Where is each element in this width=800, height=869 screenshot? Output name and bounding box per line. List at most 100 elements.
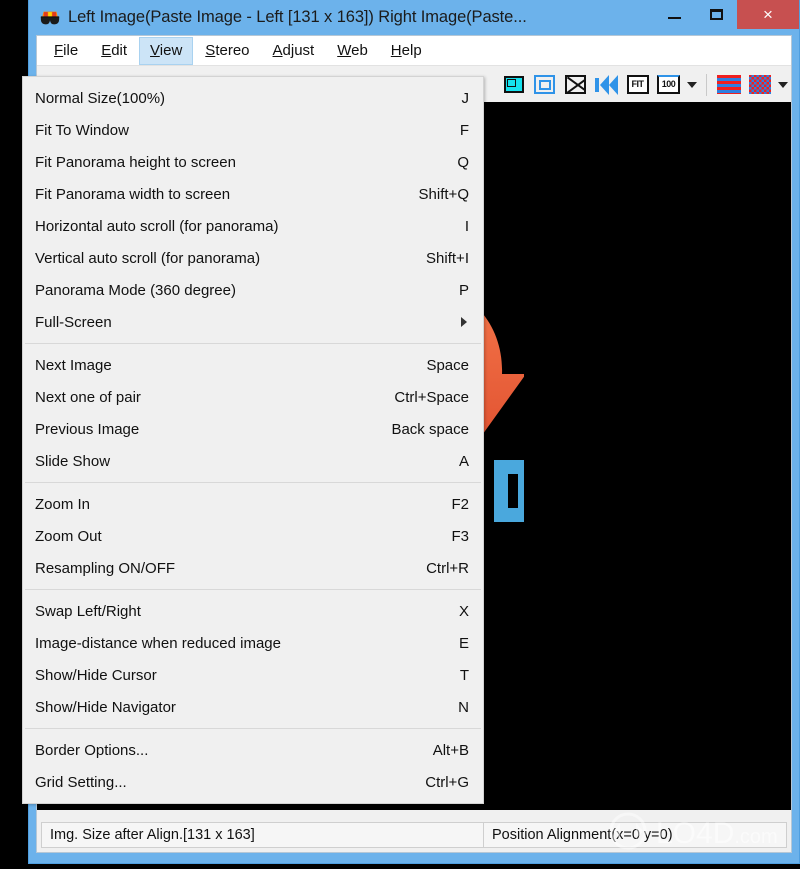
menu-edit[interactable]: Edit	[90, 37, 138, 65]
menu-item-label: Border Options...	[35, 741, 149, 759]
status-image-size: Img. Size after Align.[131 x 163]	[41, 822, 483, 848]
menu-item-swap-left-right[interactable]: Swap Left/Right X	[23, 595, 483, 627]
menu-web[interactable]: Web	[326, 37, 379, 65]
toolbar-view-group: FIT 100	[498, 69, 700, 100]
menu-item-show-hide-navigator[interactable]: Show/Hide Navigator N	[23, 691, 483, 723]
menu-separator	[25, 343, 481, 344]
menu-item-grid-setting[interactable]: Grid Setting... Ctrl+G	[23, 766, 483, 798]
align-left-icon	[594, 74, 619, 95]
menu-item-zoom-out[interactable]: Zoom Out F3	[23, 520, 483, 552]
menu-item-label: Image-distance when reduced image	[35, 634, 281, 652]
menu-item-fit-panorama-width[interactable]: Fit Panorama width to screen Shift+Q	[23, 178, 483, 210]
menu-item-accel: P	[458, 281, 469, 299]
menu-separator	[25, 728, 481, 729]
menu-item-next-image[interactable]: Next Image Space	[23, 349, 483, 381]
menu-item-border-options[interactable]: Border Options... Alt+B	[23, 734, 483, 766]
menu-item-label: Show/Hide Navigator	[35, 698, 176, 716]
close-button[interactable]: ×	[737, 0, 799, 29]
toolbar-separator	[706, 73, 707, 96]
menu-item-accel: Back space	[391, 420, 469, 438]
menu-item-label: Show/Hide Cursor	[35, 666, 157, 684]
menu-item-normal-size[interactable]: Normal Size(100%) J	[23, 82, 483, 114]
menu-item-accel: Ctrl+R	[426, 559, 469, 577]
checkerboard-icon	[748, 75, 771, 94]
menu-stereo[interactable]: Stereo	[194, 37, 260, 65]
menu-item-label: Zoom Out	[35, 527, 102, 545]
menu-item-accel: N	[458, 698, 469, 716]
minimize-icon	[667, 17, 681, 19]
fill-view-button[interactable]	[498, 69, 529, 100]
menu-item-accel: J	[461, 89, 470, 107]
menu-item-accel: F3	[451, 527, 469, 545]
menu-item-label: Resampling ON/OFF	[35, 559, 176, 577]
menu-adjust[interactable]: Adjust	[262, 37, 326, 65]
expand-view-icon	[565, 75, 586, 94]
menu-item-next-one-of-pair[interactable]: Next one of pair Ctrl+Space	[23, 381, 483, 413]
fit-zoom-button[interactable]: FIT	[622, 69, 653, 100]
interlaced-stripes-button[interactable]	[713, 69, 744, 100]
menu-item-full-screen[interactable]: Full-Screen	[23, 306, 483, 338]
menu-bar: File Edit View Stereo Adjust Web Help	[37, 36, 791, 66]
menu-item-slide-show[interactable]: Slide Show A	[23, 445, 483, 477]
expand-view-button[interactable]	[560, 69, 591, 100]
menu-separator	[25, 482, 481, 483]
checkerboard-button[interactable]	[744, 69, 775, 100]
menu-item-accel: X	[458, 602, 469, 620]
menu-item-accel: F2	[451, 495, 469, 513]
menu-item-label: Swap Left/Right	[35, 602, 141, 620]
menu-item-label: Fit Panorama width to screen	[35, 185, 231, 203]
align-left-button[interactable]	[591, 69, 622, 100]
menu-item-accel: Ctrl+Space	[394, 388, 469, 406]
menu-item-label: Vertical auto scroll (for panorama)	[35, 249, 261, 267]
menu-item-panorama-mode[interactable]: Panorama Mode (360 degree) P	[23, 274, 483, 306]
menu-item-zoom-in[interactable]: Zoom In F2	[23, 488, 483, 520]
hundred-zoom-button[interactable]: 100	[653, 69, 684, 100]
menu-item-accel: Space	[426, 356, 469, 374]
menu-item-label: Horizontal auto scroll (for panorama)	[35, 217, 279, 235]
menu-item-previous-image[interactable]: Previous Image Back space	[23, 413, 483, 445]
menu-item-accel: E	[458, 634, 469, 652]
status-position-alignment: Position Alignment(x=0 y=0)	[483, 822, 787, 848]
menu-item-label: Next one of pair	[35, 388, 141, 406]
menu-item-accel: T	[459, 666, 469, 684]
menu-item-accel: I	[464, 217, 469, 235]
window-title: Left Image(Paste Image - Left [131 x 163…	[68, 8, 527, 26]
fill-view-icon	[503, 76, 524, 93]
menu-item-fit-panorama-height[interactable]: Fit Panorama height to screen Q	[23, 146, 483, 178]
menu-item-vertical-auto-scroll[interactable]: Vertical auto scroll (for panorama) Shif…	[23, 242, 483, 274]
view-dropdown-menu[interactable]: Normal Size(100%) J Fit To Window F Fit …	[22, 76, 484, 804]
chevron-down-icon	[687, 81, 697, 88]
chevron-down-icon	[778, 81, 788, 88]
menu-item-label: Zoom In	[35, 495, 91, 513]
fit-zoom-icon: FIT	[626, 75, 649, 94]
menu-item-label: Fit Panorama height to screen	[35, 153, 236, 171]
menu-item-fit-to-window[interactable]: Fit To Window F	[23, 114, 483, 146]
minimize-button[interactable]	[653, 0, 695, 29]
menu-item-accel: Alt+B	[432, 741, 469, 759]
stereo-dropdown-button[interactable]	[775, 69, 791, 100]
maximize-button[interactable]	[695, 0, 737, 29]
menu-item-label: Full-Screen	[35, 313, 112, 331]
menu-item-show-hide-cursor[interactable]: Show/Hide Cursor T	[23, 659, 483, 691]
window-controls: ×	[653, 0, 799, 35]
menu-item-horizontal-auto-scroll[interactable]: Horizontal auto scroll (for panorama) I	[23, 210, 483, 242]
zoom-dropdown-button[interactable]	[684, 69, 700, 100]
menu-item-accel: Ctrl+G	[425, 773, 469, 791]
menu-item-image-distance[interactable]: Image-distance when reduced image E	[23, 627, 483, 659]
menu-help[interactable]: Help	[380, 37, 433, 65]
3d-glasses-icon	[39, 7, 61, 29]
screenshot-root: Left Image(Paste Image - Left [131 x 163…	[0, 0, 800, 869]
status-bar: Img. Size after Align.[131 x 163] Positi…	[37, 810, 791, 852]
maximize-icon	[709, 9, 723, 20]
menu-item-label: Panorama Mode (360 degree)	[35, 281, 236, 299]
menu-item-label: Slide Show	[35, 452, 111, 470]
toolbar-stereo-group	[713, 69, 791, 100]
hundred-zoom-icon: 100	[656, 75, 681, 94]
menu-view[interactable]: View	[139, 36, 194, 65]
menu-file[interactable]: File	[43, 37, 89, 65]
frame-view-button[interactable]	[529, 69, 560, 100]
menu-item-resampling-toggle[interactable]: Resampling ON/OFF Ctrl+R	[23, 552, 483, 584]
menu-separator	[25, 589, 481, 590]
close-icon: ×	[763, 4, 773, 24]
menu-item-label: Fit To Window	[35, 121, 129, 139]
